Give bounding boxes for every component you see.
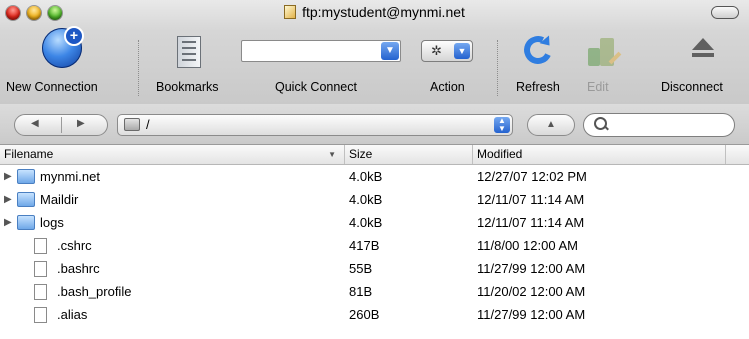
up-directory-button[interactable]: ▲ [527,114,575,136]
edit-icon [588,32,622,66]
table-row[interactable]: ▶ mynmi.net 4.0kB 12/27/07 12:02 PM [0,165,749,188]
file-size: 260B [349,307,380,322]
file-size: 55B [349,261,373,276]
file-name: .cshrc [57,238,92,253]
eject-icon [689,38,717,62]
edit-label: Edit [587,80,609,94]
column-header-modified[interactable]: Modified [473,145,726,164]
search-icon [594,117,607,130]
column-header-filename-label: Filename [4,147,54,161]
refresh-label: Refresh [516,80,560,94]
table-row[interactable]: .cshrc 417B 11/8/00 12:00 AM [0,234,749,257]
file-name: mynmi.net [40,169,100,184]
refresh-icon [520,32,556,68]
toolbar-toggle-button[interactable] [711,6,739,19]
file-modified: 11/27/99 12:00 AM [477,261,586,276]
quick-connect-combobox[interactable]: ▼ [241,40,401,62]
globe-add-icon: + [42,26,84,68]
column-header-modified-label: Modified [477,147,523,161]
bookmarks-label: Bookmarks [156,80,219,94]
file-modified: 11/8/00 12:00 AM [477,238,578,253]
navigation-segmented-control: ◀ ▶ [14,114,108,136]
document-icon [34,238,47,254]
chevron-down-icon[interactable]: ▼ [381,42,399,60]
table-row[interactable]: .bash_profile 81B 11/20/02 12:00 AM [0,280,749,303]
folder-icon [17,192,35,207]
file-size: 81B [349,284,373,299]
window-title-bar: ftp:mystudent@mynmi.net [0,4,749,20]
popup-arrows-icon: ▲ ▼ [494,117,510,133]
window-title: ftp:mystudent@mynmi.net [302,4,465,20]
folder-icon [17,169,35,184]
file-modified: 12/11/07 11:14 AM [477,215,585,230]
file-modified: 11/20/02 12:00 AM [477,284,586,299]
column-header-size[interactable]: Size [345,145,473,164]
up-arrow-icon: ▲ [546,119,556,130]
disclosure-triangle-icon[interactable]: ▶ [4,188,16,211]
disconnect-label: Disconnect [661,80,723,94]
gear-icon: ✲ [431,43,442,58]
sort-descending-icon: ▼ [328,150,336,159]
file-modified: 12/11/07 11:14 AM [477,192,585,207]
action-menu-button[interactable]: ✲ ▼ [421,40,473,62]
file-name: logs [40,215,64,230]
window-chrome: ftp:mystudent@mynmi.net + New Connection… [0,0,749,105]
chevron-down-icon: ▼ [454,43,470,59]
bookmarks-icon [177,36,201,68]
document-icon [34,307,47,323]
current-path: / [146,117,150,132]
toolbar-separator [138,40,139,96]
file-name: Maildir [40,192,79,207]
file-name: .bash_profile [57,284,132,299]
file-size: 4.0kB [349,192,383,207]
search-field[interactable] [583,113,735,137]
disclosure-triangle-icon[interactable]: ▶ [4,211,16,234]
file-name: .alias [57,307,88,322]
file-name: .bashrc [57,261,100,276]
file-size: 417B [349,238,380,253]
disclosure-triangle-icon[interactable]: ▶ [4,165,16,188]
hard-drive-icon [124,118,140,131]
folder-icon [17,215,35,230]
file-modified: 11/27/99 12:00 AM [477,307,586,322]
path-popup-button[interactable]: / ▲ ▼ [117,114,513,136]
ftp-browser-window: ftp:mystudent@mynmi.net + New Connection… [0,0,749,339]
document-icon [34,261,47,277]
quick-connect-label: Quick Connect [275,80,357,94]
file-list-table: Filename ▼ Size Modified ▶ mynmi.net 4.0… [0,145,749,326]
document-icon [34,284,47,300]
file-size: 4.0kB [349,215,383,230]
table-row[interactable]: .bashrc 55B 11/27/99 12:00 AM [0,257,749,280]
table-header: Filename ▼ Size Modified [0,145,749,165]
toolbar-separator [497,40,498,96]
file-size: 4.0kB [349,169,383,184]
table-row[interactable]: .alias 260B 11/27/99 12:00 AM [0,303,749,326]
column-header-filename[interactable]: Filename ▼ [0,145,345,164]
action-label: Action [430,80,465,94]
path-bar: ◀ ▶ / ▲ ▼ ▲ [0,104,749,145]
back-arrow-icon[interactable]: ◀ [31,118,39,129]
new-connection-label: New Connection [6,80,98,94]
file-modified: 12/27/07 12:02 PM [477,169,587,184]
table-row[interactable]: ▶ logs 4.0kB 12/11/07 11:14 AM [0,211,749,234]
column-header-size-label: Size [349,147,373,161]
document-icon [284,5,297,19]
table-row[interactable]: ▶ Maildir 4.0kB 12/11/07 11:14 AM [0,188,749,211]
forward-arrow-icon[interactable]: ▶ [77,118,85,129]
